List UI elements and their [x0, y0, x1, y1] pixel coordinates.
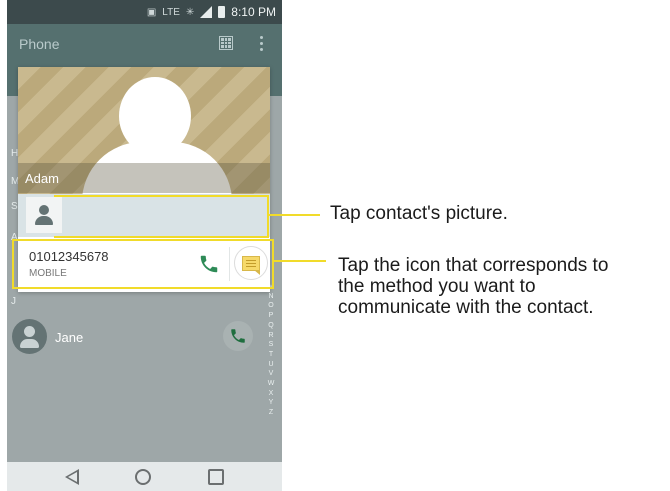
status-time: 8:10 PM — [231, 5, 276, 19]
vibrate-icon: ✳ — [185, 6, 195, 18]
nfc-icon: ▣ — [146, 6, 157, 18]
signal-icon — [200, 6, 213, 18]
contact-card-name: Adam — [25, 171, 59, 186]
index-letter[interactable]: S — [266, 340, 276, 350]
section-letter-s: S — [11, 201, 18, 212]
battery-icon — [218, 6, 226, 18]
index-letter[interactable]: Z — [266, 408, 276, 418]
callout-pointer-picture — [268, 214, 320, 216]
phone-icon — [231, 329, 245, 343]
callout-line: Tap the icon that corresponds to — [338, 255, 609, 276]
index-letter[interactable]: W — [266, 379, 276, 389]
list-item[interactable]: Jane — [7, 314, 265, 358]
more-options-icon[interactable] — [260, 36, 264, 51]
contact-name-bar: Adam — [18, 163, 270, 193]
callout-icons: Tap the icon that corresponds to the met… — [338, 255, 668, 318]
navigation-bar — [7, 462, 282, 491]
contact-photo[interactable]: Adam — [18, 67, 270, 194]
index-letter[interactable]: N — [266, 292, 276, 302]
callout-line: communicate with the contact. — [338, 297, 594, 318]
home-icon[interactable] — [135, 468, 152, 485]
index-letter[interactable]: T — [266, 350, 276, 360]
index-letter[interactable]: R — [266, 331, 276, 341]
index-letter[interactable]: O — [266, 301, 276, 311]
index-letter[interactable]: U — [266, 360, 276, 370]
person-icon — [33, 204, 55, 226]
callout-picture: Tap contact's picture. — [330, 203, 508, 224]
index-letter[interactable]: Q — [266, 321, 276, 331]
callout-pointer-icons — [274, 260, 326, 262]
contact-name: Jane — [55, 330, 84, 345]
index-letter[interactable]: X — [266, 389, 276, 399]
highlight-icons — [12, 239, 274, 289]
app-title: Phone — [19, 36, 60, 52]
avatar — [12, 319, 47, 354]
back-icon[interactable] — [65, 468, 80, 485]
dialpad-icon[interactable] — [219, 36, 233, 50]
alphabet-index[interactable]: M N O P Q R S T U V W X Y Z — [266, 282, 276, 418]
index-letter[interactable]: P — [266, 311, 276, 321]
callout-line: the method you want to — [338, 276, 536, 297]
status-bar: ▣ LTE ✳ 8:10 PM — [7, 0, 282, 24]
highlight-picture — [54, 195, 269, 238]
network-type: LTE — [162, 6, 180, 18]
index-letter[interactable]: Y — [266, 398, 276, 408]
index-letter[interactable]: V — [266, 369, 276, 379]
recent-apps-icon[interactable] — [207, 468, 224, 485]
section-letter-j: J — [11, 296, 16, 307]
call-button[interactable] — [223, 321, 253, 351]
